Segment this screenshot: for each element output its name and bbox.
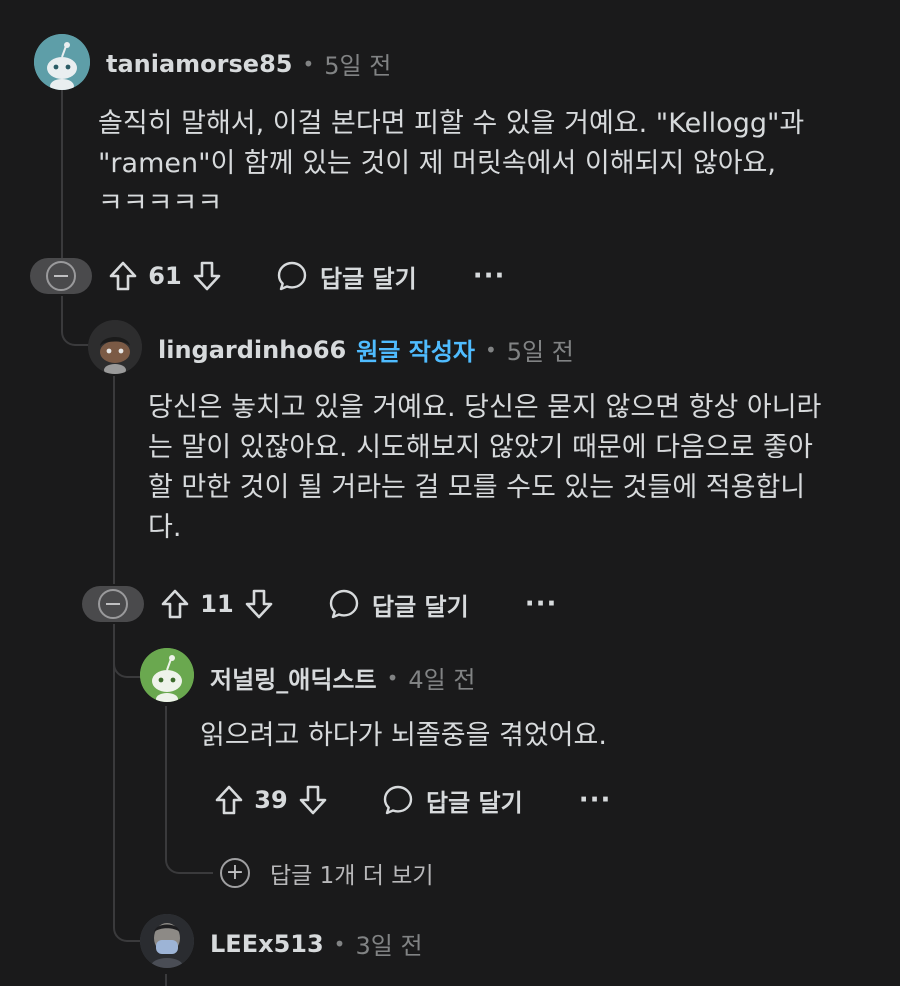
separator-dot: •: [386, 665, 399, 690]
downvote-icon: [245, 589, 273, 619]
thread-line-3: [165, 706, 167, 850]
username[interactable]: LEEx513: [210, 930, 324, 958]
timestamp: 5일 전: [506, 338, 574, 366]
comment-meta: LEEx513 • 3일 전: [210, 926, 423, 961]
reply-button[interactable]: 답글 달기: [276, 259, 417, 294]
upvote-button[interactable]: [210, 781, 248, 819]
timestamp: 5일 전: [324, 52, 392, 80]
comment-body: 솔직히 말해서, 이걸 본다면 피할 수 있을 거예요. "Kellogg"과 …: [98, 104, 804, 224]
upvote-button[interactable]: [156, 585, 194, 623]
separator-dot: •: [302, 51, 315, 76]
comment-line: 솔직히 말해서, 이걸 본다면 피할 수 있을 거예요. "Kellogg"과: [98, 108, 805, 139]
profile-photo-icon: [140, 914, 194, 968]
comment-actions: 39 답글 달기 ···: [210, 780, 611, 820]
op-badge: 원글 작성자: [356, 338, 475, 366]
reply-bubble-icon: [329, 589, 359, 619]
thread-line-2: [113, 376, 115, 584]
plus-circle-icon: +: [220, 858, 250, 888]
comment-meta: lingardinho66 원글 작성자 • 5일 전: [158, 332, 574, 367]
vote-score: 39: [254, 786, 288, 814]
separator-dot: •: [333, 931, 346, 956]
comment-meta: taniamorse85 • 5일 전: [106, 46, 391, 81]
reply-button[interactable]: 답글 달기: [328, 587, 469, 622]
downvote-icon: [299, 785, 327, 815]
avatar[interactable]: [88, 320, 142, 374]
upvote-button[interactable]: [104, 257, 142, 295]
comment-line: 다.: [148, 512, 182, 543]
upvote-icon: [109, 261, 137, 291]
comment-line: 할 만한 것이 될 거라는 걸 모를 수도 있는 것들에 적용합니: [148, 472, 806, 503]
downvote-button[interactable]: [188, 257, 226, 295]
collapse-icon: [98, 589, 128, 619]
collapse-button[interactable]: [82, 586, 144, 622]
avatar[interactable]: [140, 648, 194, 702]
snoo-avatar-icon: [140, 648, 194, 702]
username[interactable]: lingardinho66: [158, 336, 346, 364]
avatar[interactable]: [140, 914, 194, 968]
thread-elbow-3: [165, 840, 213, 874]
reply-bubble-icon: [383, 785, 413, 815]
username[interactable]: 저널링_애딕스트: [210, 660, 377, 695]
reply-label: 답글 달기: [426, 788, 523, 817]
thread-line-5: [165, 974, 167, 986]
more-replies-label: 답글 1개 더 보기: [270, 863, 434, 889]
comment-line: "ramen"이 함께 있는 것이 제 머릿속에서 이해되지 않아요,: [98, 148, 776, 179]
downvote-button[interactable]: [240, 585, 278, 623]
more-icon[interactable]: ···: [525, 589, 558, 619]
comment-body: 읽으려고 하다가 뇌졸중을 겪었어요.: [200, 716, 607, 756]
collapse-button[interactable]: [30, 258, 92, 294]
comment-line: 읽으려고 하다가 뇌졸중을 겪었어요.: [200, 720, 607, 751]
timestamp: 3일 전: [355, 932, 423, 960]
snoo-avatar-icon: [34, 34, 90, 90]
collapse-icon: [46, 261, 76, 291]
more-icon[interactable]: ···: [473, 261, 506, 291]
reply-label: 답글 달기: [372, 592, 469, 621]
reply-bubble-icon: [277, 261, 307, 291]
comment-actions: 11 답글 달기 ···: [82, 584, 557, 624]
vote-score: 11: [200, 590, 234, 618]
more-icon[interactable]: ···: [579, 785, 612, 815]
avatar[interactable]: [34, 34, 90, 90]
thread-elbow-1: [61, 296, 89, 346]
separator-dot: •: [484, 337, 497, 362]
comment-meta: 저널링_애딕스트 • 4일 전: [210, 660, 475, 695]
thread-elbow-4: [113, 880, 143, 942]
comment-actions: 61 답글 달기 ···: [30, 256, 505, 296]
reply-button[interactable]: 답글 달기: [382, 783, 523, 818]
downvote-button[interactable]: [294, 781, 332, 819]
thread-elbow-2: [113, 624, 143, 678]
username[interactable]: taniamorse85: [106, 50, 292, 78]
comment-line: 는 말이 있잖아요. 시도해보지 않았기 때문에 다음으로 좋아: [148, 432, 813, 463]
upvote-icon: [215, 785, 243, 815]
comment-line: 당신은 놓치고 있을 거예요. 당신은 묻지 않으면 항상 아니라: [148, 392, 822, 423]
snoo-avatar-icon: [88, 320, 142, 374]
upvote-icon: [161, 589, 189, 619]
timestamp: 4일 전: [408, 666, 476, 694]
vote-score: 61: [148, 262, 182, 290]
more-replies-button[interactable]: + 답글 1개 더 보기: [220, 856, 434, 890]
reply-label: 답글 달기: [320, 264, 417, 293]
comment-body: 당신은 놓치고 있을 거예요. 당신은 묻지 않으면 항상 아니라 는 말이 있…: [148, 388, 821, 548]
comment-line: ㅋㅋㅋㅋㅋ: [98, 188, 223, 219]
downvote-icon: [193, 261, 221, 291]
thread-line-1: [61, 90, 63, 258]
